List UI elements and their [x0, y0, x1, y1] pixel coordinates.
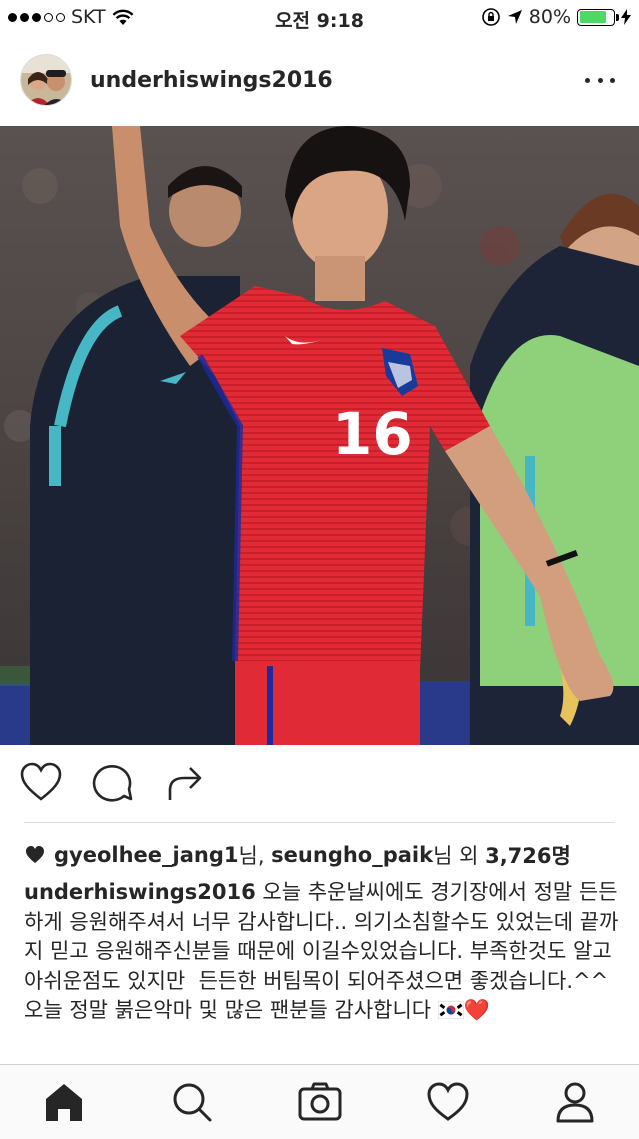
likes-text: 님 외 [433, 844, 486, 868]
dot-icon [597, 77, 603, 83]
camera-icon [298, 1082, 342, 1121]
location-icon [507, 10, 522, 24]
dot-icon [610, 77, 615, 83]
korea-flag-icon [437, 1001, 464, 1019]
battery-percent: 80% [528, 6, 571, 28]
status-bar: SKT 오전 9:18 80% [0, 0, 639, 36]
divider [24, 822, 615, 823]
comment-button[interactable] [90, 760, 136, 806]
heart-icon [20, 762, 62, 801]
heart-icon [26, 846, 44, 863]
battery-icon [577, 8, 619, 26]
tab-bar [0, 1064, 639, 1139]
dot-icon [585, 77, 590, 83]
search-icon [173, 1083, 212, 1122]
comment-icon [92, 764, 133, 802]
post-username[interactable]: underhiswings2016 [90, 68, 333, 93]
post-caption: underhiswings2016 오늘 추운날씨에도 경기장에서 정말 든든하… [24, 878, 620, 1026]
jersey-number: 16 [332, 400, 413, 468]
likes-count: 3,726명 [485, 844, 571, 868]
likes-line[interactable]: gyeolhee_jang1 님, seungho_paik 님 외 3,726명 [24, 840, 571, 870]
caption-emoji: ❤️ [463, 998, 490, 1022]
like-button[interactable] [18, 760, 64, 806]
share-button[interactable] [162, 760, 208, 806]
post-header: underhiswings2016 [0, 44, 639, 120]
status-right: 80% [481, 6, 631, 28]
avatar[interactable] [20, 54, 72, 106]
tab-profile[interactable] [550, 1077, 600, 1127]
charging-icon [621, 9, 631, 25]
tab-activity[interactable] [423, 1077, 473, 1127]
caption-username[interactable]: underhiswings2016 [24, 880, 256, 904]
post-actions [0, 760, 639, 812]
tab-camera[interactable] [295, 1077, 345, 1127]
likes-text: 님, [238, 844, 272, 868]
profile-icon [556, 1082, 594, 1123]
post-photo[interactable]: 16 [0, 126, 639, 745]
share-icon [168, 767, 202, 800]
rotation-lock-icon [481, 8, 500, 26]
more-options-button[interactable] [585, 70, 615, 90]
tab-home[interactable] [39, 1077, 89, 1127]
tab-search[interactable] [167, 1077, 217, 1127]
liker-username[interactable]: seungho_paik [271, 843, 433, 867]
heart-icon [427, 1082, 469, 1121]
home-icon [46, 1084, 82, 1121]
liker-username[interactable]: gyeolhee_jang1 [54, 843, 239, 867]
